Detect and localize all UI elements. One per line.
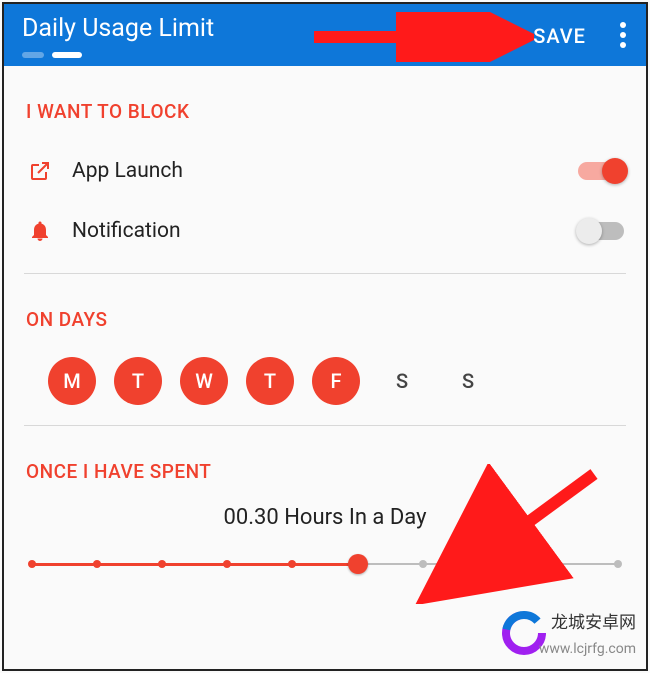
launch-icon bbox=[26, 157, 54, 185]
day-chip[interactable]: T bbox=[114, 357, 162, 405]
divider bbox=[24, 273, 626, 274]
save-button[interactable]: SAVE bbox=[533, 24, 586, 48]
day-chip[interactable]: S bbox=[378, 357, 426, 405]
row-notification: Notification bbox=[26, 201, 624, 261]
row-app-launch: App Launch bbox=[26, 141, 624, 201]
day-selector: MTWTFSS bbox=[26, 349, 624, 413]
row-label: Notification bbox=[72, 219, 578, 243]
page-dot bbox=[22, 52, 44, 58]
slider-tick bbox=[93, 560, 101, 568]
time-spent-value: 00.30 Hours In a Day bbox=[26, 505, 624, 530]
row-label: App Launch bbox=[72, 159, 578, 183]
day-chip[interactable]: T bbox=[246, 357, 294, 405]
app-bar: Daily Usage Limit SAVE bbox=[4, 4, 646, 66]
slider-tick bbox=[549, 560, 557, 568]
slider-thumb[interactable] bbox=[348, 554, 368, 574]
day-chip[interactable]: M bbox=[48, 357, 96, 405]
slider-tick bbox=[288, 560, 296, 568]
page-title: Daily Usage Limit bbox=[4, 14, 214, 43]
section-title-days: ON DAYS bbox=[26, 308, 624, 331]
watermark-text: 龙城安卓网 bbox=[551, 608, 636, 633]
slider-tick bbox=[158, 560, 166, 568]
divider bbox=[24, 425, 626, 426]
overflow-menu-button[interactable] bbox=[620, 22, 626, 52]
toggle-notification[interactable] bbox=[578, 222, 624, 240]
day-chip[interactable]: F bbox=[312, 357, 360, 405]
bell-icon bbox=[26, 217, 54, 245]
toggle-app-launch[interactable] bbox=[578, 162, 624, 180]
slider-tick bbox=[614, 560, 622, 568]
watermark-url: www.lcjrfg.com bbox=[539, 641, 636, 657]
time-slider[interactable] bbox=[32, 550, 618, 580]
page-indicator bbox=[22, 52, 82, 58]
slider-tick bbox=[419, 560, 427, 568]
page-dot-active bbox=[52, 52, 82, 58]
section-title-spent: ONCE I HAVE SPENT bbox=[26, 460, 624, 483]
slider-tick bbox=[28, 560, 36, 568]
slider-tick bbox=[484, 560, 492, 568]
day-chip[interactable]: W bbox=[180, 357, 228, 405]
slider-tick bbox=[223, 560, 231, 568]
section-title-block: I WANT TO BLOCK bbox=[26, 100, 624, 123]
day-chip[interactable]: S bbox=[444, 357, 492, 405]
